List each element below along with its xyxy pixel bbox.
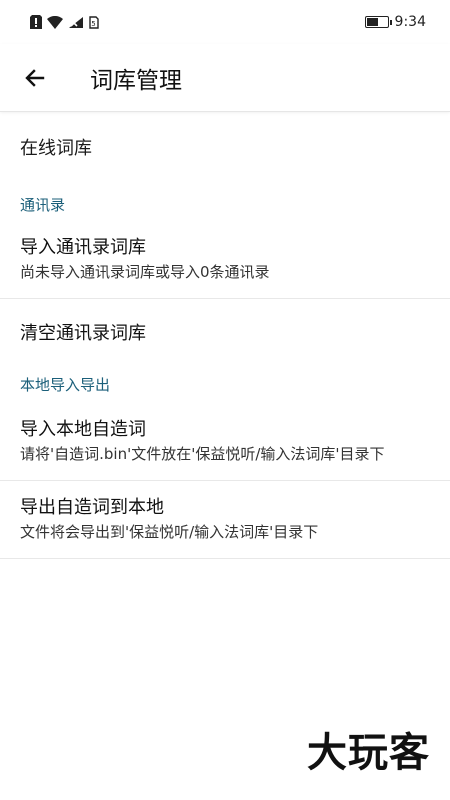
status-time: 9:34: [394, 14, 426, 30]
back-arrow-icon: [25, 68, 45, 87]
clear-contacts-title: 清空通讯录词库: [20, 323, 146, 344]
svg-text:5: 5: [91, 20, 95, 28]
app-bar: 词库管理: [0, 44, 450, 112]
settings-list: 在线词库 通讯录 导入通讯录词库 尚未导入通讯录词库或导入0条通讯录 清空通讯录…: [0, 113, 450, 559]
wifi-icon: [47, 15, 63, 29]
back-button[interactable]: [0, 44, 70, 112]
section-header-local: 本地导入导出: [20, 376, 111, 394]
sim-icon: 5: [89, 15, 99, 29]
import-local-title: 导入本地自造词: [20, 419, 146, 440]
battery-icon: [364, 16, 392, 28]
export-local-title: 导出自造词到本地: [20, 497, 164, 518]
signal-icon: [69, 16, 83, 28]
clear-contacts-item[interactable]: 清空通讯录词库: [0, 299, 450, 369]
import-contacts-item[interactable]: 导入通讯录词库 尚未导入通讯录词库或导入0条通讯录: [0, 221, 450, 299]
status-icons-right: 9:34: [364, 14, 426, 30]
export-local-item[interactable]: 导出自造词到本地 文件将会导出到'保益悦听/输入法词库'目录下: [0, 481, 450, 559]
import-contacts-title: 导入通讯录词库: [20, 237, 146, 258]
import-local-item[interactable]: 导入本地自造词 请将'自造词.bin'文件放在'保益悦听/输入法词库'目录下: [0, 403, 450, 481]
import-local-subtitle: 请将'自造词.bin'文件放在'保益悦听/输入法词库'目录下: [20, 445, 385, 463]
export-local-subtitle: 文件将会导出到'保益悦听/输入法词库'目录下: [20, 523, 319, 541]
online-library-item[interactable]: 在线词库: [0, 113, 450, 181]
section-header-contacts: 通讯录: [20, 196, 66, 214]
watermark-logo: 大玩客: [307, 730, 430, 776]
page-title: 词库管理: [90, 67, 182, 94]
import-contacts-subtitle: 尚未导入通讯录词库或导入0条通讯录: [20, 263, 270, 281]
status-icons-left: 5: [30, 15, 99, 29]
online-library-label: 在线词库: [20, 138, 92, 159]
status-bar: 5 9:34: [0, 0, 450, 44]
alert-icon: [30, 15, 42, 29]
